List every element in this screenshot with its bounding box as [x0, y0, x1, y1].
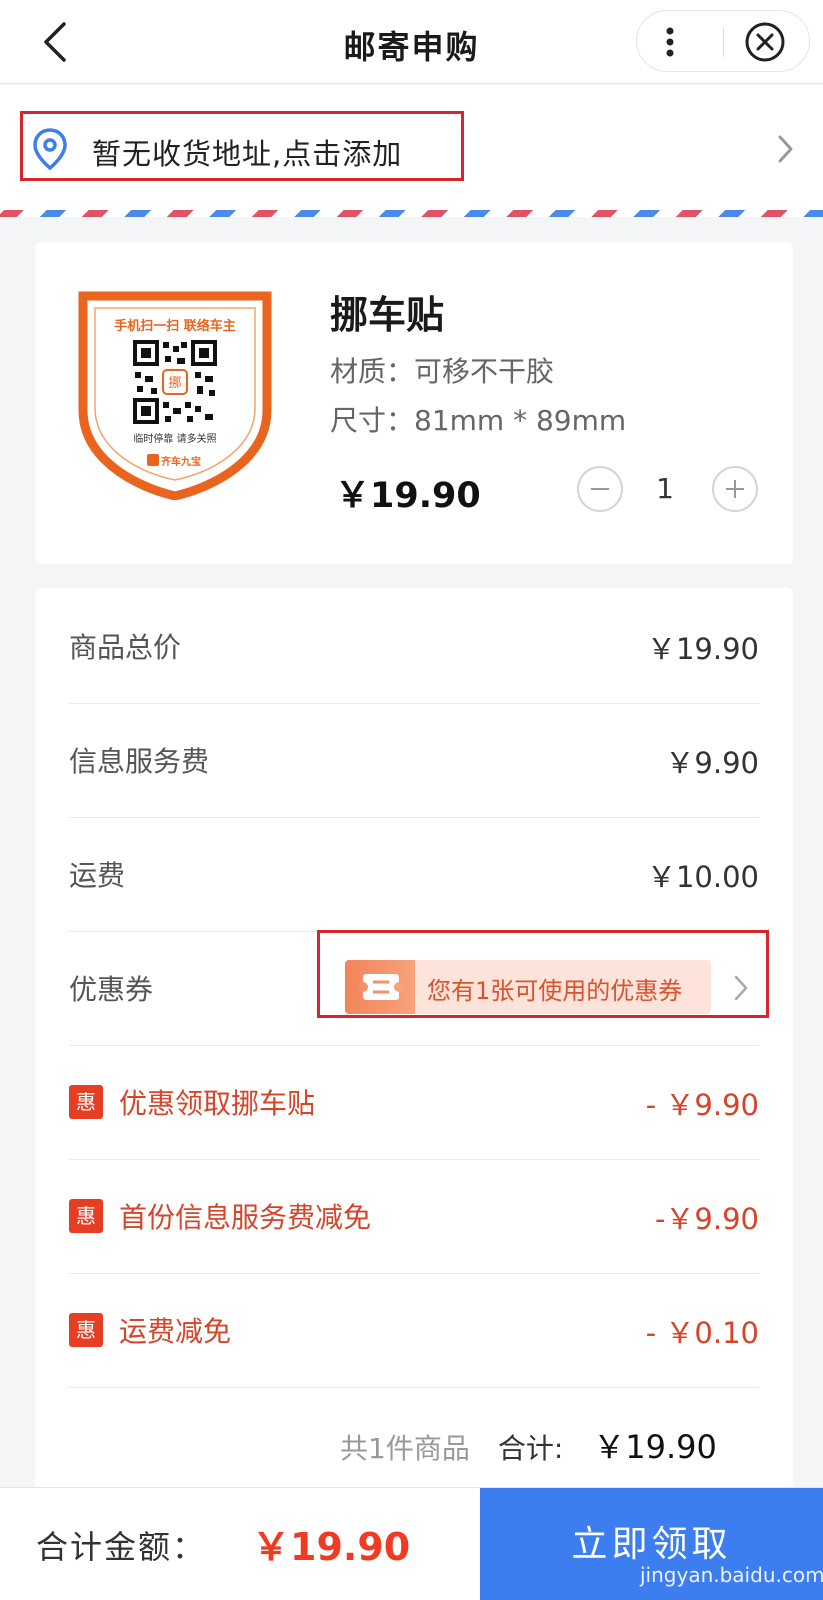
shipping-row: 运费 ￥10.00	[69, 816, 759, 932]
increase-quantity-button[interactable]	[712, 466, 758, 512]
watermark-text: jingyan.baidu.com	[640, 1563, 823, 1587]
coupon-text: 您有1张可使用的优惠券	[427, 977, 683, 1005]
discount-label: 首份信息服务费减免	[119, 1201, 372, 1234]
goods-total-value: ￥19.90	[646, 632, 759, 666]
discount-label: 运费减免	[119, 1315, 232, 1348]
decrease-quantity-button[interactable]	[577, 466, 623, 512]
coupon-selector[interactable]: 您有1张可使用的优惠券	[345, 960, 711, 1014]
airmail-border	[0, 210, 823, 217]
product-material: 材质：可移不干胶	[330, 355, 555, 388]
discount-value: -￥9.90	[654, 1202, 759, 1236]
product-card: 手机扫一扫 联络车主 挪 临时停靠 请多关照 齐车九宝 挪车贴 材质：可移不干胶…	[35, 242, 793, 564]
summary-total-value: ￥19.90	[593, 1428, 717, 1466]
shipping-label: 运费	[69, 859, 126, 892]
qr-code-icon: 挪	[133, 340, 217, 424]
chevron-right-icon[interactable]	[733, 974, 749, 1002]
close-button[interactable]	[724, 11, 810, 73]
goods-total-row: 商品总价 ￥19.90	[69, 588, 759, 704]
more-vertical-icon	[666, 27, 674, 57]
coupon-label: 优惠券	[69, 973, 154, 1006]
discount-row: 惠 优惠领取挪车贴 - ￥9.90	[69, 1044, 759, 1160]
order-summary: 共1件商品 合计: ￥19.90	[340, 1422, 717, 1468]
total-amount-value: ￥19.90	[252, 1525, 411, 1569]
item-count: 共1件商品	[340, 1432, 470, 1465]
more-button[interactable]	[637, 11, 723, 73]
sticker-brand: 齐车九宝	[161, 455, 201, 468]
service-fee-row: 信息服务费 ￥9.90	[69, 702, 759, 818]
product-size: 尺寸：81mm * 89mm	[330, 404, 627, 437]
mini-program-capsule	[636, 10, 810, 72]
discount-badge-icon: 惠	[69, 1313, 103, 1347]
goods-total-label: 商品总价	[69, 631, 182, 664]
discount-badge-icon: 惠	[69, 1085, 103, 1119]
discount-label: 优惠领取挪车贴	[119, 1087, 316, 1120]
chevron-right-icon	[778, 135, 793, 163]
discount-row: 惠 运费减免 - ￥0.10	[69, 1272, 759, 1388]
service-fee-label: 信息服务费	[69, 745, 210, 778]
ticket-icon	[345, 960, 415, 1014]
address-placeholder: 暂无收货地址,点击添加	[92, 137, 403, 171]
product-price: ￥19.90	[335, 476, 481, 516]
sticker-top-text: 手机扫一扫 联络车主	[114, 318, 236, 334]
sticker-image: 手机扫一扫 联络车主 挪 临时停靠 请多关照 齐车九宝	[78, 291, 272, 500]
coupon-row: 优惠券 您有1张可使用的优惠券	[69, 930, 769, 1046]
summary-total-label: 合计:	[497, 1432, 564, 1465]
sticker-bottom-text: 临时停靠 请多关照	[133, 432, 216, 445]
qr-center-text: 挪	[168, 376, 181, 391]
nav-header: 邮寄申购	[0, 0, 823, 84]
discount-badge-icon: 惠	[69, 1199, 103, 1233]
discount-value: - ￥9.90	[645, 1088, 759, 1122]
discount-row: 惠 首份信息服务费减免 -￥9.90	[69, 1158, 759, 1274]
close-circle-icon	[745, 22, 785, 62]
service-fee-value: ￥9.90	[665, 746, 759, 780]
location-pin-icon	[33, 128, 67, 171]
quantity-value: 1	[656, 472, 674, 505]
discount-value: - ￥0.10	[645, 1316, 759, 1350]
total-amount-label: 合计金额：	[36, 1528, 207, 1566]
address-selector[interactable]: 暂无收货地址,点击添加	[0, 85, 823, 210]
product-name: 挪车贴	[330, 293, 445, 337]
fee-card: 商品总价 ￥19.90 信息服务费 ￥9.90 运费 ￥10.00 优惠券 您有…	[35, 588, 793, 1488]
shipping-value: ￥10.00	[646, 860, 759, 894]
